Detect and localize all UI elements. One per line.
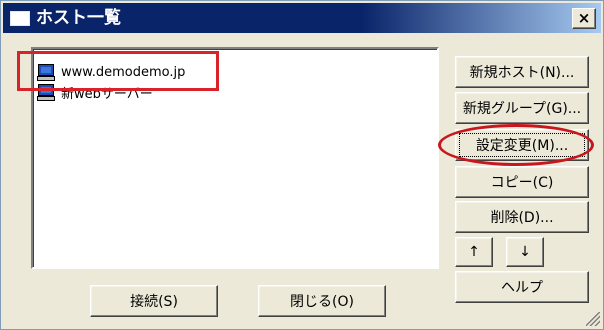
annotation-highlight-ellipse <box>438 124 594 166</box>
resize-grip-icon[interactable] <box>586 312 600 326</box>
window-title: ホスト一覧 <box>36 8 121 28</box>
annotation-highlight-box <box>17 51 219 91</box>
close-button[interactable]: 閉じる(O) <box>258 285 386 317</box>
new-host-button[interactable]: 新規ホスト(N)... <box>455 56 589 88</box>
delete-button[interactable]: 削除(D)... <box>455 201 589 233</box>
move-down-button[interactable]: ↓ <box>506 237 544 267</box>
connect-button[interactable]: 接続(S) <box>90 285 218 317</box>
title-bar[interactable]: ホスト一覧 × <box>3 3 601 33</box>
help-button[interactable]: ヘルプ <box>455 271 589 303</box>
copy-button[interactable]: コピー(C) <box>455 166 589 198</box>
host-list-dialog: ホスト一覧 × www.demodemo.jp 新webサーバー 新規ホスト(N… <box>0 0 604 330</box>
move-up-button[interactable]: ↑ <box>455 237 493 267</box>
close-window-button[interactable]: × <box>572 8 596 29</box>
window-icon <box>10 11 30 26</box>
new-group-button[interactable]: 新規グループ(G)... <box>455 92 589 124</box>
